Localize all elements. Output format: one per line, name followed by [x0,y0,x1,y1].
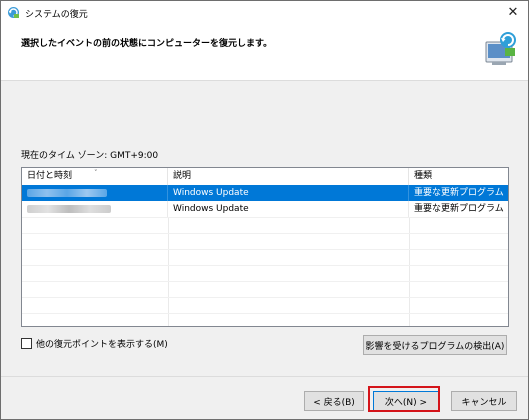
row-divider [22,313,508,314]
footer-separator [1,376,528,377]
sort-arrow-icon: ˅ [94,169,98,177]
row-divider [22,233,508,234]
row-divider [22,249,508,250]
back-button[interactable]: < 戻る(B) [304,391,364,411]
cell-date [22,185,168,201]
next-button-highlight [368,386,440,412]
restore-points-list[interactable]: 日付と時刻 ˅ 説明 種類 Windows Update 重要な更新プログラム … [21,167,509,327]
column-header-date-label: 日付と時刻 [27,171,73,181]
header-instruction: 選択したイベントの前の状態にコンピューターを復元します。 [21,39,273,49]
window-title: システムの復元 [25,10,88,20]
redacted-date [27,188,107,197]
redacted-date [27,204,111,213]
column-header-description[interactable]: 説明 [168,168,409,185]
cell-type: 重要な更新プログラム [414,188,504,198]
computer-restore-icon [485,32,516,65]
row-divider [22,217,508,218]
column-header-type[interactable]: 種類 [409,168,508,185]
system-restore-window: システムの復元 ✕ 選択したイベントの前の状態にコンピューターを復元します。 現… [0,0,529,420]
checkbox-label: 他の復元ポイントを表示する(M) [36,340,168,350]
list-item[interactable]: Windows Update 重要な更新プログラム [22,185,508,201]
column-header-date[interactable]: 日付と時刻 ˅ [22,168,168,185]
column-header-description-label: 説明 [173,171,192,181]
cell-description: Windows Update [168,185,409,201]
detect-affected-programs-button[interactable]: 影響を受けるプログラムの検出(A) [363,335,507,355]
cell-type: 重要な更新プログラム [414,204,504,214]
timezone-label: 現在のタイム ゾーン: GMT+9:00 [21,151,159,161]
list-item[interactable]: Windows Update 重要な更新プログラム [22,201,508,217]
system-restore-icon [8,7,19,18]
header-panel: 選択したイベントの前の状態にコンピューターを復元します。 [1,24,528,81]
cell-date [22,201,168,217]
cancel-button[interactable]: キャンセル [451,391,517,411]
list-header: 日付と時刻 ˅ 説明 種類 [22,168,508,186]
row-divider [22,265,508,266]
row-divider [22,281,508,282]
column-header-type-label: 種類 [414,171,433,181]
row-divider [22,297,508,298]
show-more-restore-points-checkbox[interactable]: 他の復元ポイントを表示する(M) [21,337,168,350]
close-icon: ✕ [507,5,519,20]
close-button[interactable]: ✕ [498,1,528,24]
checkbox-box[interactable] [21,338,32,349]
title-bar: システムの復元 ✕ [1,1,528,24]
cell-description: Windows Update [168,201,409,217]
